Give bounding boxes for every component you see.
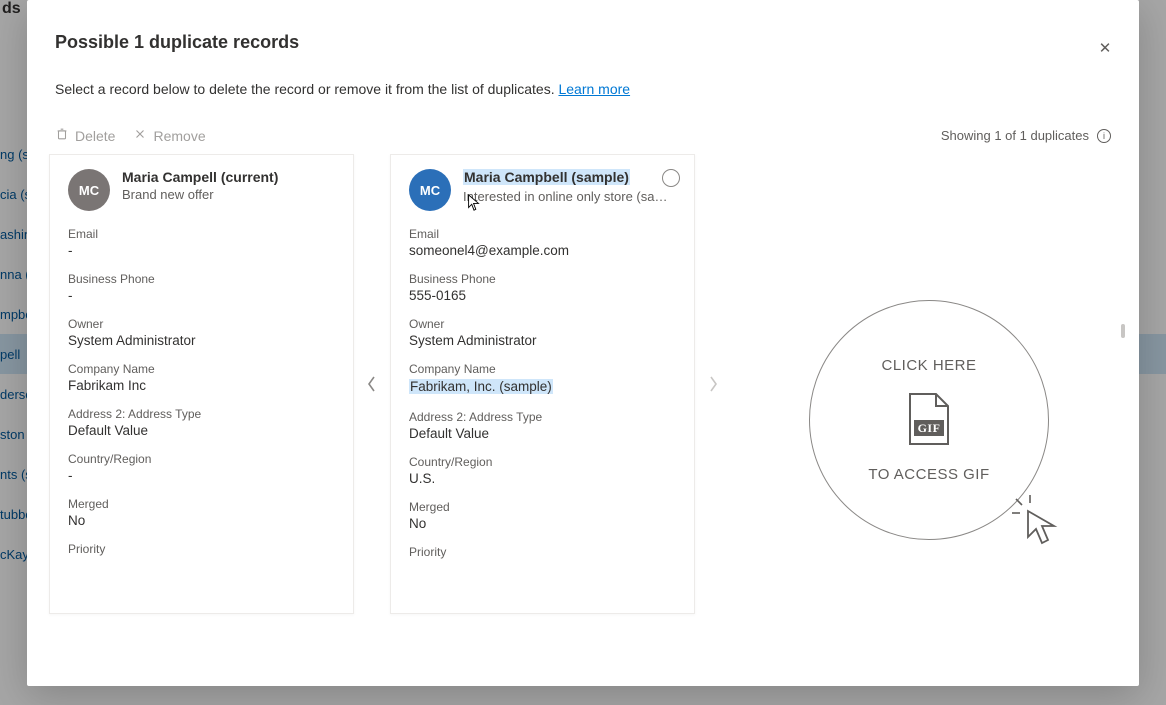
record-card-duplicate[interactable]: MC Maria Campbell (sample) Interested in…	[390, 154, 695, 614]
scrollbar-thumb[interactable]	[1121, 324, 1125, 338]
access-gif-button[interactable]: CLICK HERE GIF TO ACCESS GIF	[809, 300, 1049, 540]
avatar-current: MC	[68, 169, 110, 211]
field-row: Business Phone 555-0165	[409, 272, 676, 303]
field-label: Country/Region	[68, 452, 335, 466]
remove-button[interactable]: Remove	[133, 127, 205, 144]
field-label: Priority	[409, 545, 676, 559]
gif-circle-text-bottom: TO ACCESS GIF	[868, 466, 989, 483]
gif-file-icon: GIF	[904, 392, 954, 448]
remove-label: Remove	[153, 128, 205, 144]
modal-toolbar: Delete Remove Showing 1 of 1 duplicates …	[27, 97, 1139, 154]
close-button[interactable]: ✕	[1089, 32, 1121, 64]
field-label: Priority	[68, 542, 335, 556]
field-row: Company Name Fabrikam Inc	[68, 362, 335, 393]
field-label: Business Phone	[409, 272, 676, 286]
info-icon[interactable]: i	[1097, 129, 1111, 143]
field-label: Address 2: Address Type	[409, 410, 676, 424]
delete-label: Delete	[75, 128, 115, 144]
delete-button[interactable]: Delete	[55, 127, 115, 144]
record-sub-current: Brand new offer	[122, 187, 335, 202]
click-cursor-icon	[1010, 493, 1062, 545]
gif-circle-text-top: CLICK HERE	[881, 357, 976, 374]
modal-header: Possible 1 duplicate records ✕ Select a …	[27, 0, 1139, 97]
field-row: Merged No	[68, 497, 335, 528]
next-record-arrow[interactable]	[695, 154, 731, 614]
card-head-current: MC Maria Campell (current) Brand new off…	[68, 169, 335, 211]
field-row: Country/Region U.S.	[409, 455, 676, 486]
field-value: Fabrikam, Inc. (sample)	[409, 379, 553, 394]
field-label: Address 2: Address Type	[68, 407, 335, 421]
field-row: Email someonel4@example.com	[409, 227, 676, 258]
field-row: Business Phone -	[68, 272, 335, 303]
field-value: -	[68, 468, 335, 483]
field-value: -	[68, 288, 335, 303]
record-sub-duplicate: Interested in online only store (sam...	[463, 189, 676, 204]
field-value: Fabrikam Inc	[68, 378, 335, 393]
field-row: Merged No	[409, 500, 676, 531]
field-label: Email	[68, 227, 335, 241]
toolbar-actions: Delete Remove	[55, 127, 206, 144]
field-label: Email	[409, 227, 676, 241]
card-title-block-duplicate: Maria Campbell (sample) Interested in on…	[463, 169, 676, 204]
card-title-block-current: Maria Campell (current) Brand new offer	[122, 169, 335, 202]
close-icon	[133, 127, 147, 144]
avatar-duplicate: MC	[409, 169, 451, 211]
modal-subtitle: Select a record below to delete the reco…	[55, 81, 1111, 97]
field-row: Address 2: Address Type Default Value	[68, 407, 335, 438]
field-value: Default Value	[68, 423, 335, 438]
modal-subtitle-text: Select a record below to delete the reco…	[55, 81, 558, 97]
field-value: someonel4@example.com	[409, 243, 676, 258]
field-label: Business Phone	[68, 272, 335, 286]
field-row: Address 2: Address Type Default Value	[409, 410, 676, 441]
field-label: Merged	[68, 497, 335, 511]
field-value: System Administrator	[68, 333, 335, 348]
svg-text:GIF: GIF	[918, 421, 941, 435]
modal-title: Possible 1 duplicate records	[55, 32, 1111, 53]
field-row: Priority	[68, 542, 335, 556]
mouse-cursor-icon	[467, 194, 481, 212]
field-row: Country/Region -	[68, 452, 335, 483]
prev-record-arrow[interactable]	[354, 154, 390, 614]
field-label: Owner	[409, 317, 676, 331]
field-value: System Administrator	[409, 333, 676, 348]
record-card-current: MC Maria Campell (current) Brand new off…	[49, 154, 354, 614]
record-name-duplicate: Maria Campbell (sample)	[463, 169, 676, 187]
field-value: U.S.	[409, 471, 676, 486]
field-row: Owner System Administrator	[409, 317, 676, 348]
right-area: CLICK HERE GIF TO ACCESS GIF	[731, 154, 1127, 686]
card-head-duplicate: MC Maria Campbell (sample) Interested in…	[409, 169, 676, 211]
fields-duplicate: Email someonel4@example.com Business Phone…	[409, 227, 676, 559]
field-value: Default Value	[409, 426, 676, 441]
field-label: Company Name	[409, 362, 676, 376]
field-row: Email -	[68, 227, 335, 258]
field-row: Owner System Administrator	[68, 317, 335, 348]
trash-icon	[55, 127, 69, 144]
fields-current: Email - Business Phone - Owner System Adminis…	[68, 227, 335, 556]
field-value: -	[68, 243, 335, 258]
field-row: Priority	[409, 545, 676, 559]
field-row: Company Name Fabrikam, Inc. (sample)	[409, 362, 676, 396]
field-label: Country/Region	[409, 455, 676, 469]
field-value: No	[68, 513, 335, 528]
duplicate-records-modal: Possible 1 duplicate records ✕ Select a …	[27, 0, 1139, 686]
field-value: 555-0165	[409, 288, 676, 303]
status-right: Showing 1 of 1 duplicates i	[941, 128, 1111, 143]
record-name-current: Maria Campell (current)	[122, 169, 335, 185]
status-text: Showing 1 of 1 duplicates	[941, 128, 1089, 143]
content-area: MC Maria Campell (current) Brand new off…	[27, 154, 1139, 686]
field-label: Company Name	[68, 362, 335, 376]
field-label: Merged	[409, 500, 676, 514]
learn-more-link[interactable]: Learn more	[558, 81, 630, 97]
card-wrapper: MC Maria Campell (current) Brand new off…	[49, 154, 731, 686]
field-value: No	[409, 516, 676, 531]
field-label: Owner	[68, 317, 335, 331]
